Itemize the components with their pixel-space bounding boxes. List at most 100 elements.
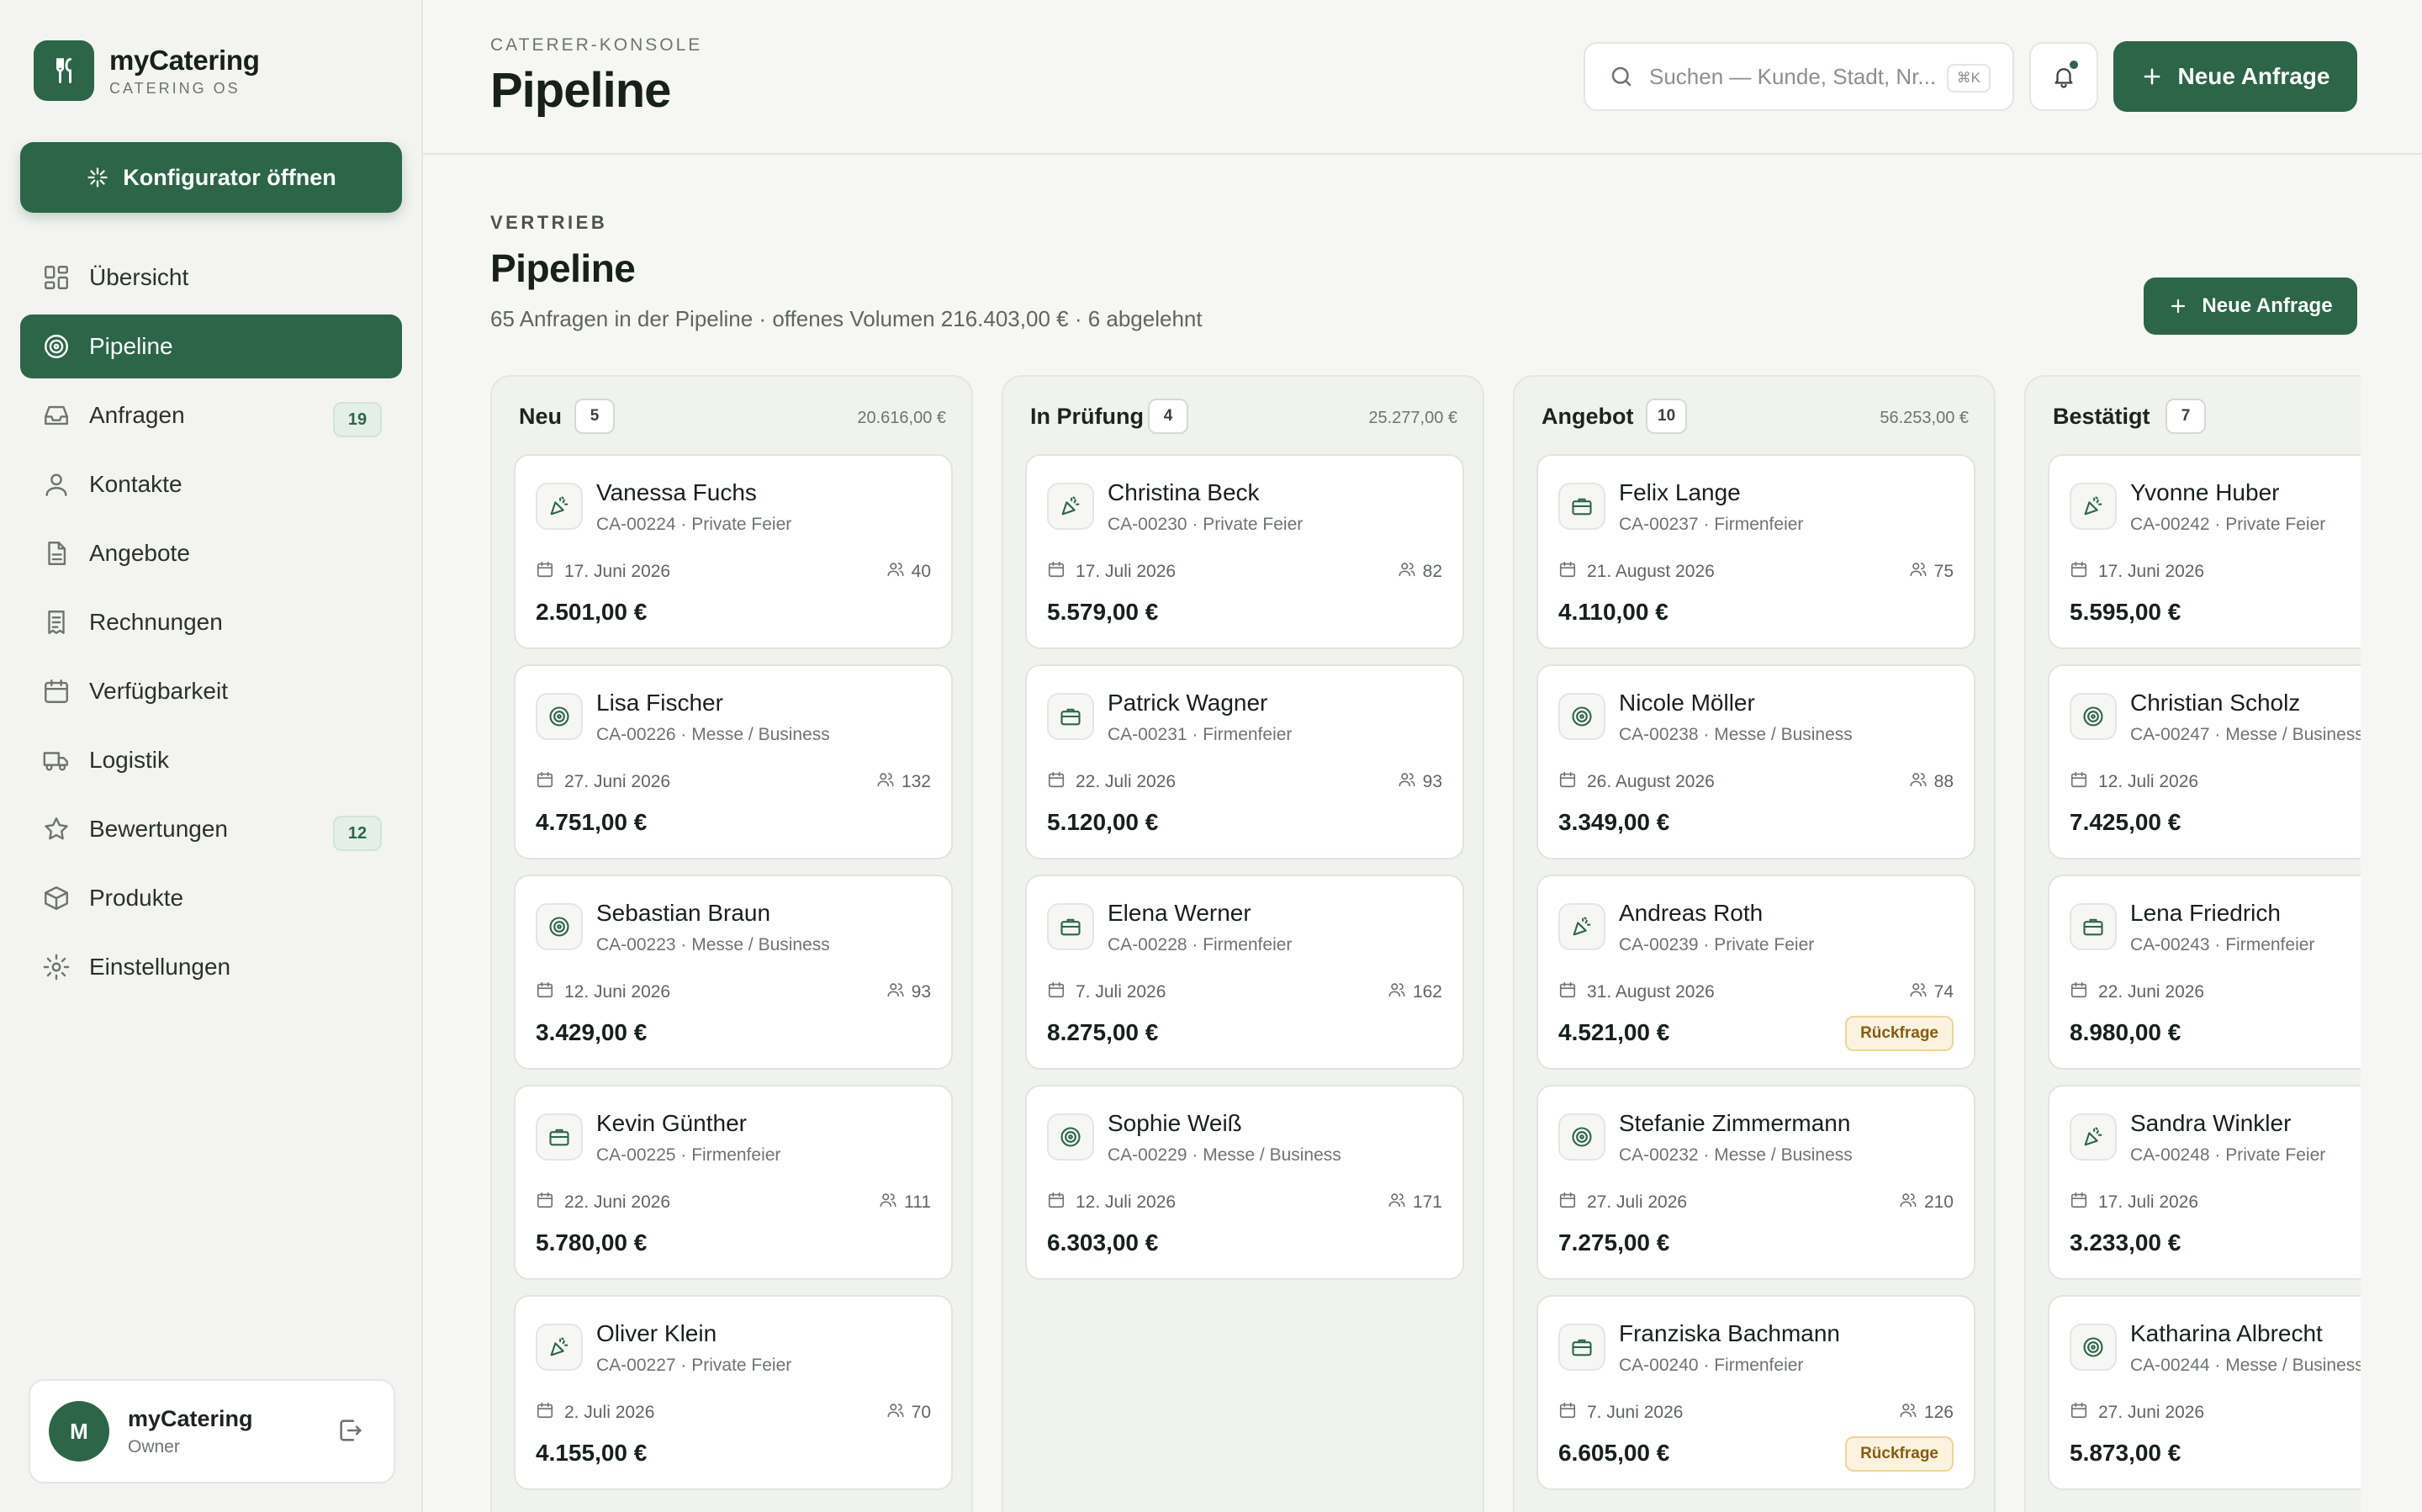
new-request-button[interactable]: Neue Anfrage [2113, 41, 2357, 112]
card-guests: 111 [879, 1191, 931, 1214]
card-date: 17. Juni 2026 [2070, 560, 2204, 584]
sidebar-item-verfuegbarkeit[interactable]: Verfügbarkeit [20, 659, 402, 723]
card-date: 7. Juni 2026 [1558, 1401, 1683, 1425]
sparkle-icon [87, 167, 108, 188]
card-date: 21. August 2026 [1558, 560, 1715, 584]
card-customer-name: Sandra Winkler [2130, 1110, 2292, 1136]
card-date: 17. Juni 2026 [536, 560, 670, 584]
people-icon [886, 560, 912, 584]
open-configurator-button[interactable]: Konfigurator öffnen [20, 142, 402, 213]
card-date-text: 22. Juni 2026 [564, 1192, 671, 1212]
sidebar-item-label: Pipeline [89, 333, 173, 359]
request-card[interactable]: Elena Werner CA-00228 · Firmenfeier 7. Jul… [1025, 875, 1464, 1070]
card-guests: 93 [886, 981, 931, 1004]
card-guests-text: 210 [1923, 1192, 1954, 1212]
card-date: 26. August 2026 [1558, 770, 1715, 794]
sidebar-item-label: Anfragen [89, 402, 185, 428]
card-date: 17. Juli 2026 [1047, 560, 1176, 584]
card-date: 22. Juni 2026 [536, 1191, 670, 1214]
card-date-text: 17. Juli 2026 [1076, 562, 1177, 581]
column-count: 5 [574, 399, 615, 434]
people-icon [1909, 981, 1934, 1004]
card-date: 22. Juli 2026 [1047, 770, 1176, 794]
request-card[interactable]: Nicole Möller CA-00238 · Messe / Business… [1536, 664, 1975, 859]
pipeline-column: Bestätigt 7 Yvonne Huber CA-00242 · Private… [2024, 375, 2361, 1512]
sidebar-item-label: Verfügbarkeit [89, 678, 228, 704]
open-configurator-label: Konfigurator öffnen [123, 164, 336, 190]
request-card[interactable]: Sandra Winkler CA-00248 · Private Feier 17… [2048, 1085, 2361, 1280]
search-input[interactable] [1649, 63, 1943, 90]
request-card[interactable]: Franziska Bachmann CA-00240 · Firmenfeier… [1536, 1295, 1975, 1490]
sidebar-item-produkte[interactable]: Produkte [20, 866, 402, 930]
topbar: CATERER-KONSOLE Pipeline ⌘K Neue Anfrage [423, 0, 2422, 155]
sidebar-item-einstellungen[interactable]: Einstellungen [20, 935, 402, 999]
card-meta: CA-00227 · Private Feier [596, 1356, 792, 1375]
brand[interactable]: myCatering CATERING OS [34, 40, 260, 101]
card-meta: CA-00247 · Messe / Business [2130, 725, 2361, 744]
section-new-request-button[interactable]: Neue Anfrage [2144, 278, 2357, 335]
card-meta: CA-00229 · Messe / Business [1108, 1145, 1341, 1165]
request-card[interactable]: Kevin Günther CA-00225 · Firmenfeier 22. J… [514, 1085, 953, 1280]
briefcase-icon [1558, 1324, 1605, 1371]
calendar-icon [1558, 560, 1587, 584]
party-icon [1558, 903, 1605, 950]
card-guests-text: 74 [1933, 982, 1954, 1002]
sidebar-item-pipeline[interactable]: Pipeline [20, 315, 402, 378]
request-card[interactable]: Lena Friedrich CA-00243 · Firmenfeier 22. … [2048, 875, 2361, 1070]
column-count: 4 [1148, 399, 1188, 434]
card-price: 4.751,00 € [536, 809, 648, 835]
party-icon [1047, 483, 1094, 530]
notifications-button[interactable] [2029, 42, 2098, 111]
column-count: 10 [1646, 399, 1688, 434]
request-card[interactable]: Katharina Albrecht CA-00244 · Messe / Bus… [2048, 1295, 2361, 1490]
sidebar-item-label: Bewertungen [89, 816, 229, 842]
card-customer-name: Elena Werner [1108, 900, 1251, 926]
card-guests-text: 126 [1923, 1403, 1954, 1422]
grid-icon [42, 263, 71, 292]
card-guests-text: 82 [1422, 562, 1442, 581]
sidebar-item-uebersicht[interactable]: Übersicht [20, 246, 402, 309]
card-price: 6.605,00 € [1558, 1440, 1670, 1466]
sidebar-item-rechnungen[interactable]: Rechnungen [20, 590, 402, 654]
calendar-icon [2070, 1401, 2098, 1425]
calendar-icon [1558, 770, 1587, 794]
card-date: 27. Juni 2026 [2070, 1401, 2204, 1425]
request-card[interactable]: Felix Lange CA-00237 · Firmenfeier 21. Aug… [1536, 454, 1975, 649]
logout-icon[interactable] [336, 1416, 365, 1449]
request-card[interactable]: Yvonne Huber CA-00242 · Private Feier 17. … [2048, 454, 2361, 649]
card-meta: CA-00223 · Messe / Business [596, 935, 830, 954]
request-card[interactable]: Andreas Roth CA-00239 · Private Feier 31. … [1536, 875, 1975, 1070]
card-price: 5.595,00 € [2070, 599, 2181, 625]
card-date: 22. Juni 2026 [2070, 981, 2204, 1004]
user-card[interactable]: M myCatering Owner [29, 1379, 395, 1483]
card-guests: 40 [886, 560, 931, 584]
console-kicker: CATERER-KONSOLE [490, 35, 703, 55]
card-guests: 88 [1909, 770, 1954, 794]
request-card[interactable]: Vanessa Fuchs CA-00224 · Private Feier 17.… [514, 454, 953, 649]
column-sum: 20.616,00 € [857, 409, 946, 427]
calendar-icon [1047, 1191, 1076, 1214]
request-card[interactable]: Christina Beck CA-00230 · Private Feier 17… [1025, 454, 1464, 649]
sidebar-item-kontakte[interactable]: Kontakte [20, 452, 402, 516]
sidebar-item-bewertungen[interactable]: Bewertungen 12 [20, 797, 402, 861]
request-card[interactable]: Stefanie Zimmermann CA-00232 · Messe / Bu… [1536, 1085, 1975, 1280]
calendar-icon [536, 770, 564, 794]
search-box[interactable]: ⌘K [1584, 42, 2014, 111]
request-card[interactable]: Christian Scholz CA-00247 · Messe / Busin… [2048, 664, 2361, 859]
sidebar-item-anfragen[interactable]: Anfragen 19 [20, 383, 402, 447]
card-date-text: 22. Juni 2026 [2098, 982, 2205, 1002]
sidebar-item-logistik[interactable]: Logistik [20, 728, 402, 792]
sidebar-item-angebote[interactable]: Angebote [20, 521, 402, 585]
calendar-icon [2070, 1191, 2098, 1214]
request-card[interactable]: Sebastian Braun CA-00223 · Messe / Busine… [514, 875, 953, 1070]
request-card[interactable]: Sophie Weiß CA-00229 · Messe / Business 12… [1025, 1085, 1464, 1280]
column-sum: 25.277,00 € [1368, 409, 1457, 427]
calendar-icon [42, 677, 71, 706]
request-card[interactable]: Patrick Wagner CA-00231 · Firmenfeier 22. … [1025, 664, 1464, 859]
card-meta: CA-00240 · Firmenfeier [1619, 1356, 1804, 1375]
card-meta: CA-00248 · Private Feier [2130, 1145, 2326, 1165]
column-title: Angebot [1542, 404, 1634, 429]
briefcase-icon [2070, 903, 2117, 950]
request-card[interactable]: Lisa Fischer CA-00226 · Messe / Business 2… [514, 664, 953, 859]
request-card[interactable]: Oliver Klein CA-00227 · Private Feier 2. J… [514, 1295, 953, 1490]
